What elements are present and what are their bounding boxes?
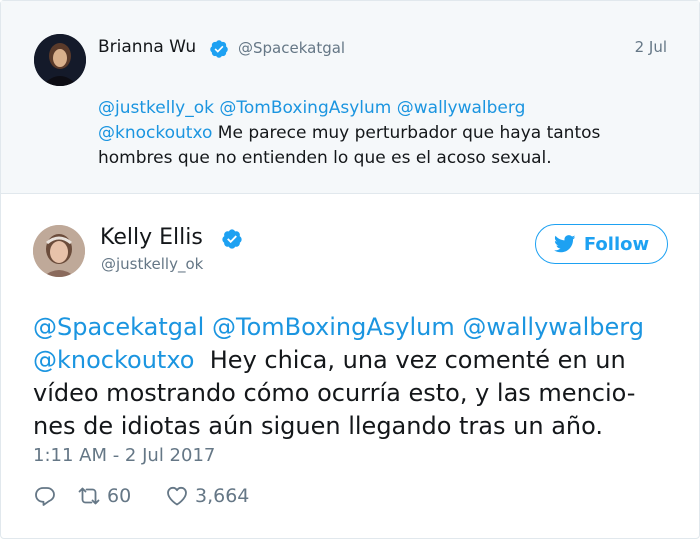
verified-badge-icon xyxy=(210,40,228,58)
tweet-date[interactable]: 2 Jul xyxy=(635,38,667,56)
tweet-text: @Spacekatgal @TomBoxingAsylum @wallywalb… xyxy=(33,311,673,443)
mention-link[interactable]: @TomBoxingAsylum xyxy=(219,98,391,118)
mention-link[interactable]: @wallywalberg xyxy=(397,98,526,118)
like-count: 3,664 xyxy=(195,485,250,507)
like-button[interactable]: 3,664 xyxy=(165,484,249,508)
tweet-body-line: Hey chica, una vez comenté en un xyxy=(209,346,626,374)
mention-link[interactable]: @knockoutxo xyxy=(33,346,194,374)
author-handle[interactable]: @justkelly_ok xyxy=(101,255,203,273)
verified-badge-icon xyxy=(222,229,242,249)
follow-label: Follow xyxy=(583,233,650,255)
reply-button[interactable] xyxy=(33,484,77,508)
mention-link[interactable]: @knockoutxo xyxy=(98,123,212,143)
mention-link[interactable]: @TomBoxingAsylum xyxy=(212,313,455,341)
heart-icon xyxy=(167,486,187,506)
avatar[interactable] xyxy=(33,225,85,277)
follow-button[interactable]: Follow xyxy=(535,224,668,264)
twitter-bird-icon xyxy=(553,235,576,253)
retweet-button[interactable]: 60 xyxy=(77,484,165,508)
avatar[interactable] xyxy=(34,34,86,86)
reply-icon xyxy=(35,487,55,506)
author-handle[interactable]: @Spacekatgal xyxy=(238,39,345,57)
tweet-body-line: vídeo mostrando cómo ocurría esto, y las… xyxy=(33,379,636,407)
retweet-icon xyxy=(78,487,100,505)
tweet-actions: 60 3,664 xyxy=(33,482,249,510)
mention-link[interactable]: @justkelly_ok xyxy=(98,98,214,118)
retweet-count: 60 xyxy=(107,485,132,507)
mention-link[interactable]: @Spacekatgal xyxy=(33,313,204,341)
author-name[interactable]: Brianna Wu xyxy=(98,37,196,57)
tweet-text: @justkelly_ok @TomBoxingAsylum @wallywal… xyxy=(98,96,658,171)
author-name[interactable]: Kelly Ellis xyxy=(100,225,203,250)
parent-tweet[interactable]: Brianna Wu @Spacekatgal 2 Jul @justkelly… xyxy=(1,1,699,194)
tweet-timestamp[interactable]: 1:11 AM - 2 Jul 2017 xyxy=(33,445,215,466)
mention-link[interactable]: @wallywalberg xyxy=(462,313,644,341)
tweet-body-line: nes de idiotas aún siguen llegando tras … xyxy=(33,412,603,440)
